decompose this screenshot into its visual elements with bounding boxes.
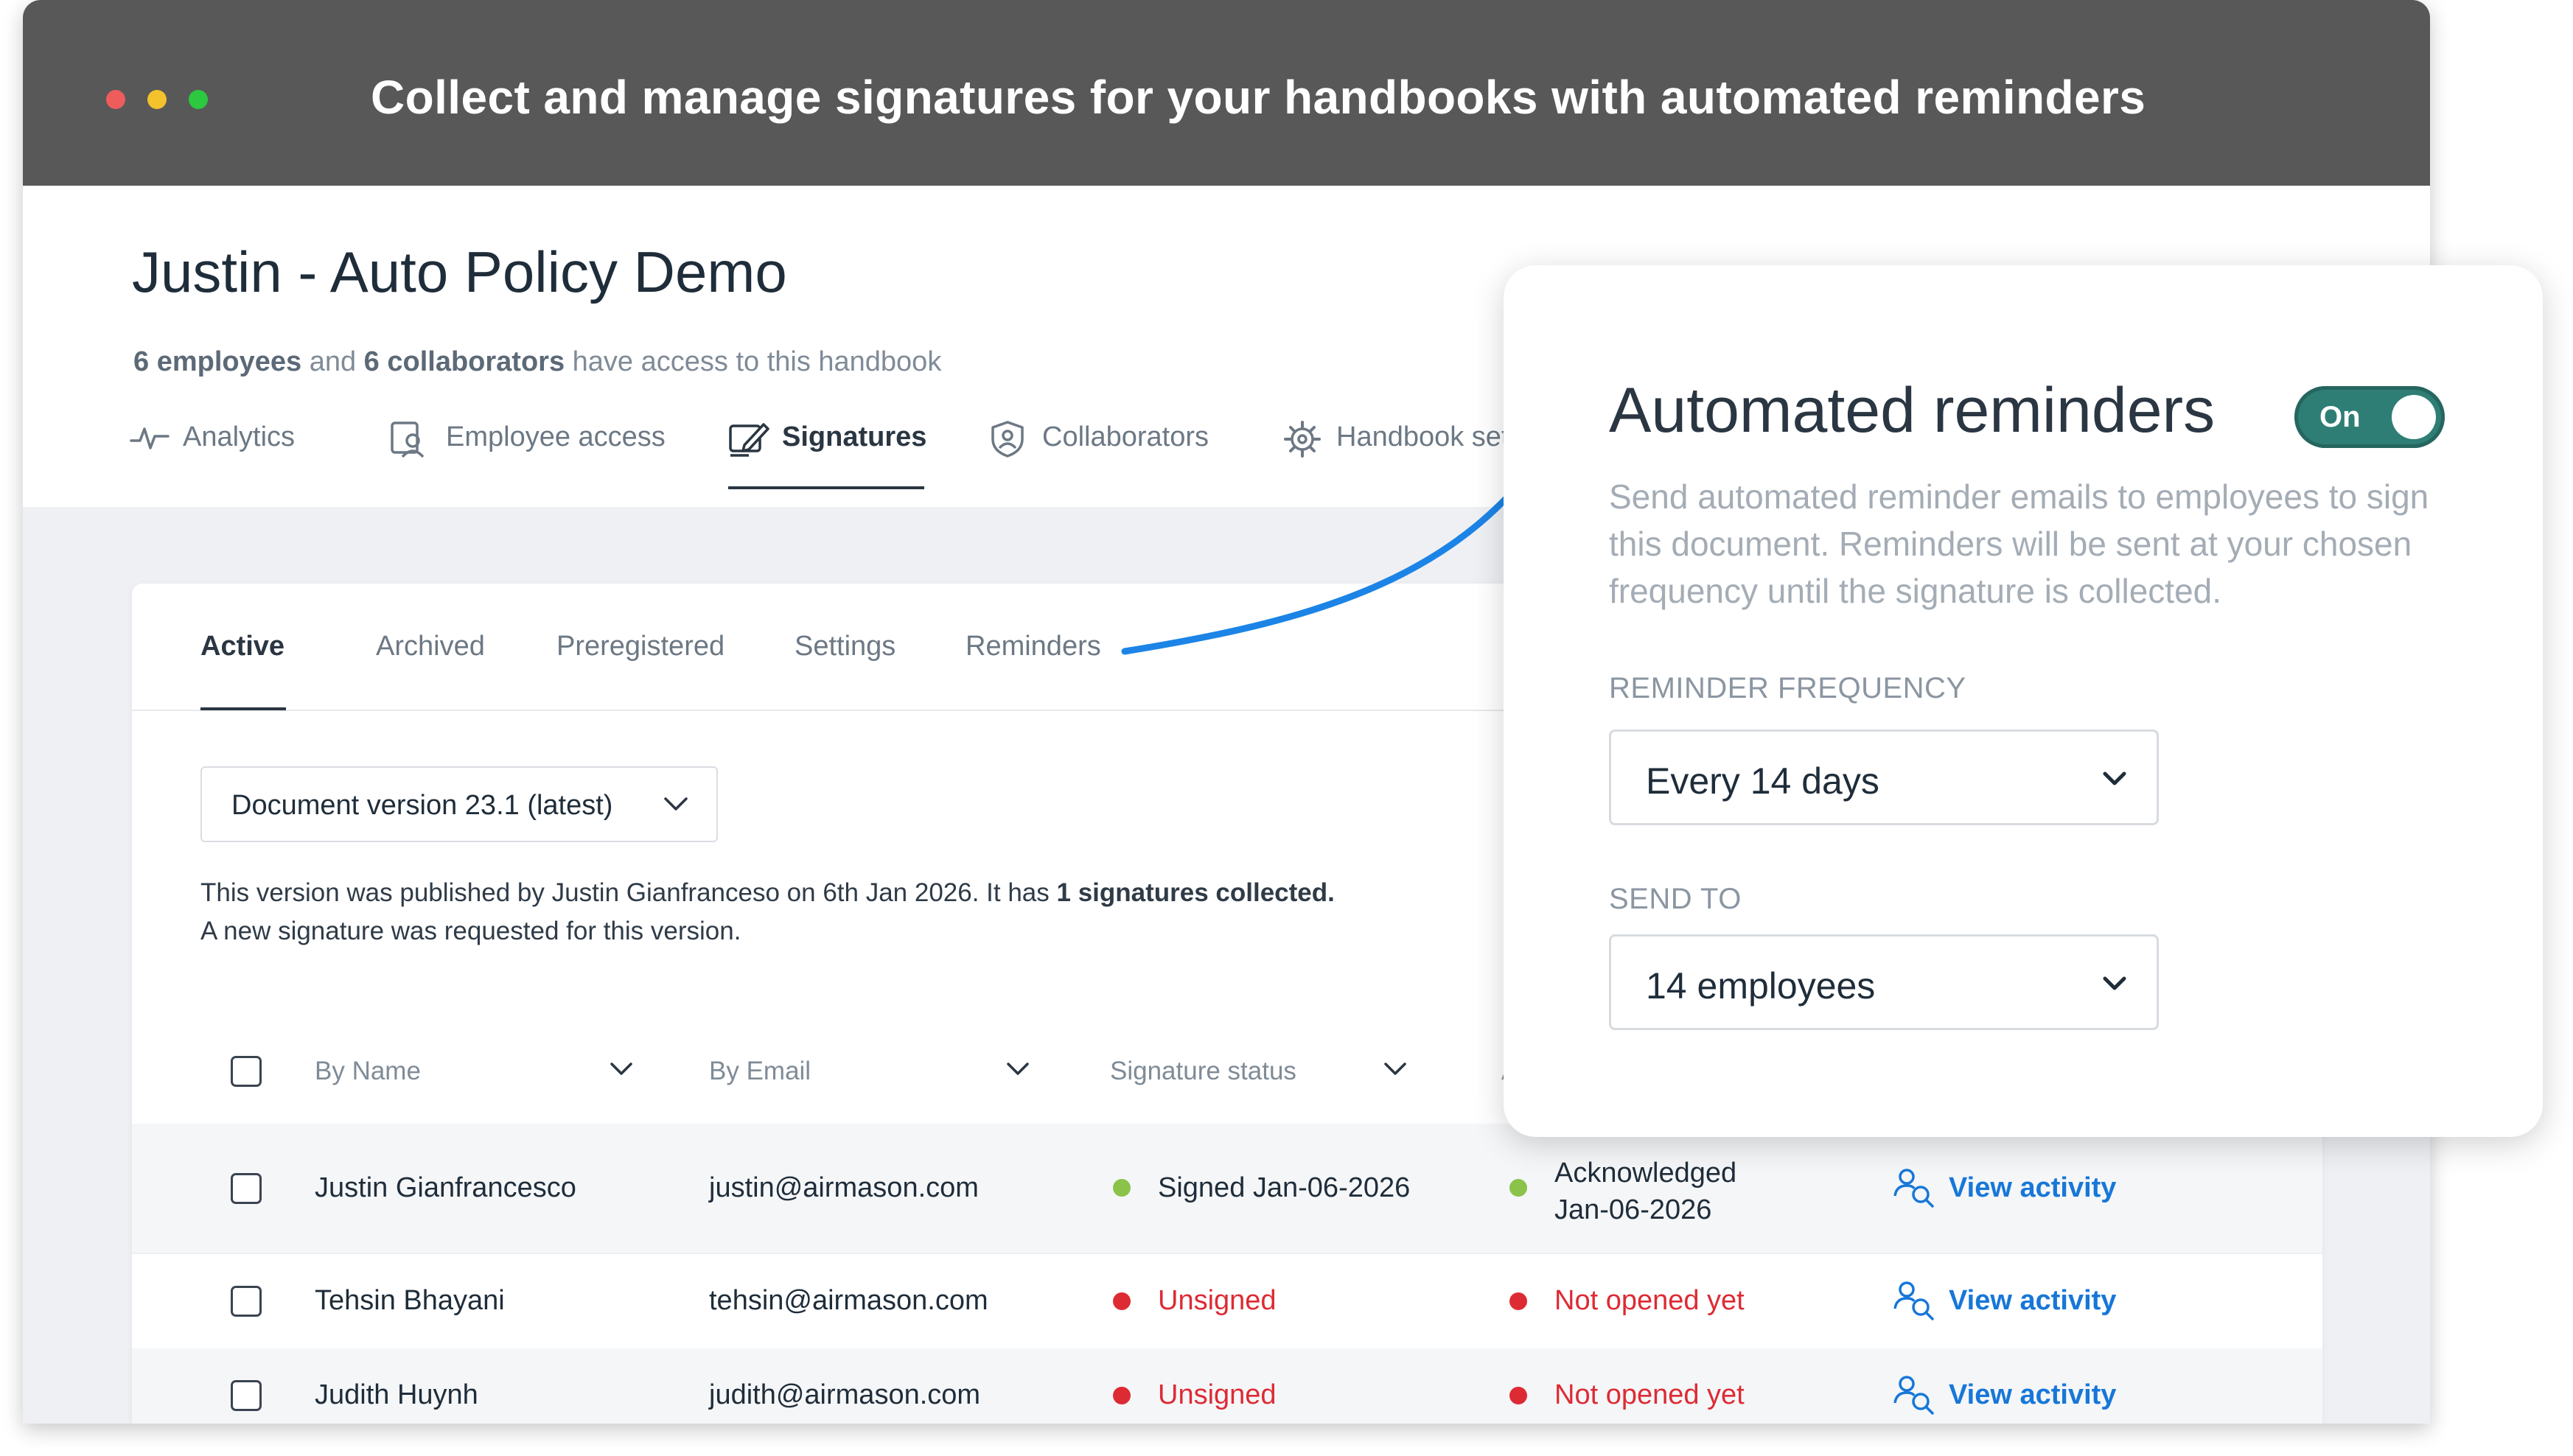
toggle-label: On [2319, 401, 2361, 433]
send-to-label: SEND TO [1609, 883, 1742, 915]
close-window-dot[interactable] [106, 90, 125, 109]
collaborators-icon [991, 421, 1024, 458]
acknowledgement-status: Not opened yet [1554, 1379, 1745, 1410]
table-row[interactable]: Justin Gianfrancesco justin@airmason.com… [132, 1124, 2322, 1253]
tab-signatures[interactable]: Signatures [728, 416, 927, 489]
collaborators-count[interactable]: 6 collaborators [364, 346, 565, 377]
tab-collaborators[interactable]: Collaborators [988, 416, 1232, 482]
send-to-value: 14 employees [1646, 965, 1876, 1007]
access-summary: 6 employees and 6 collaborators have acc… [133, 346, 941, 378]
tab-handbook-settings[interactable]: Handbook sett [1283, 416, 1526, 482]
column-by-name[interactable]: By Name [315, 1057, 421, 1086]
status-dot [1509, 1292, 1527, 1310]
row-checkbox[interactable] [231, 1286, 262, 1317]
row-checkbox[interactable] [231, 1380, 262, 1411]
version-info-text: This version was published by Justin Gia… [200, 878, 1050, 907]
access-and: and [309, 346, 357, 377]
tab-analytics[interactable]: Analytics [130, 416, 307, 482]
signature-status: Unsigned [1158, 1285, 1277, 1316]
status-dot [1113, 1179, 1131, 1197]
view-activity-link[interactable]: View activity [1949, 1379, 2116, 1411]
view-activity-icon[interactable] [1893, 1166, 1935, 1208]
tab-handbook-settings-label: Handbook sett [1336, 421, 1518, 452]
view-activity-icon[interactable] [1893, 1279, 1935, 1320]
acknowledgement-status: Acknowledged Jan-06-2026 [1554, 1155, 1736, 1228]
subtab-active[interactable]: Active [200, 631, 284, 662]
employees-count[interactable]: 6 employees [133, 346, 301, 377]
table-row[interactable]: Judith Huynh judith@airmason.com Unsigne… [132, 1348, 2322, 1424]
signature-status: Unsigned [1158, 1379, 1277, 1410]
reminder-frequency-value: Every 14 days [1646, 760, 1879, 802]
status-dot [1509, 1179, 1527, 1197]
version-info-note: A new signature was requested for this v… [200, 917, 741, 945]
employee-email: justin@airmason.com [709, 1172, 979, 1203]
tab-signatures-label: Signatures [782, 421, 927, 452]
signatures-collected: 1 signatures collected. [1056, 878, 1335, 907]
title-bar: Collect and manage signatures for your h… [23, 0, 2430, 186]
send-to-select[interactable]: 14 employees [1609, 934, 2159, 1030]
employee-email: judith@airmason.com [709, 1379, 981, 1410]
chevron-down-icon [664, 797, 688, 811]
ack-status-line2: Jan-06-2026 [1554, 1194, 1712, 1225]
view-activity-link[interactable]: View activity [1949, 1285, 2116, 1317]
employee-name: Justin Gianfrancesco [315, 1172, 576, 1203]
reminders-toggle[interactable]: On [2294, 386, 2445, 448]
chevron-down-icon[interactable] [610, 1062, 633, 1077]
chevron-down-icon[interactable] [1383, 1062, 1407, 1077]
subtab-settings[interactable]: Settings [795, 631, 896, 662]
column-signature-status[interactable]: Signature status [1110, 1057, 1296, 1086]
subtab-archived[interactable]: Archived [376, 631, 485, 662]
view-activity-icon[interactable] [1893, 1373, 1935, 1415]
status-dot [1113, 1292, 1131, 1310]
page-title: Justin - Auto Policy Demo [132, 239, 787, 304]
chevron-down-icon [2103, 976, 2126, 990]
access-suffix: have access to this handbook [572, 346, 942, 377]
select-all-checkbox[interactable] [231, 1056, 262, 1087]
status-dot [1113, 1387, 1131, 1404]
column-by-email[interactable]: By Email [709, 1057, 811, 1086]
acknowledgement-status: Not opened yet [1554, 1285, 1745, 1316]
analytics-icon [130, 427, 170, 449]
employee-name: Tehsin Bhayani [315, 1285, 505, 1316]
employee-name: Judith Huynh [315, 1379, 478, 1410]
minimize-window-dot[interactable] [147, 90, 167, 109]
reminders-panel-title: Automated reminders [1609, 375, 2216, 446]
automated-reminders-panel: Automated reminders On Send automated re… [1504, 265, 2543, 1137]
signature-icon [729, 423, 769, 457]
reminders-description: Send automated reminder emails to employ… [1609, 477, 2429, 610]
row-checkbox[interactable] [231, 1173, 262, 1204]
reminder-frequency-select[interactable]: Every 14 days [1609, 729, 2159, 825]
subtab-preregistered[interactable]: Preregistered [556, 631, 725, 662]
signature-status: Signed Jan-06-2026 [1158, 1172, 1411, 1203]
gear-icon [1284, 421, 1321, 458]
tab-collaborators-label: Collaborators [1042, 421, 1209, 452]
status-dot [1509, 1387, 1527, 1404]
chevron-down-icon[interactable] [1006, 1062, 1030, 1077]
toggle-knob [2392, 395, 2436, 439]
tab-employee-access[interactable]: Employee access [389, 416, 669, 482]
view-activity-link[interactable]: View activity [1949, 1172, 2116, 1204]
tab-analytics-label: Analytics [183, 421, 296, 452]
reminder-frequency-label: REMINDER FREQUENCY [1609, 672, 1966, 704]
employee-email: tehsin@airmason.com [709, 1285, 988, 1316]
active-tab-underline [200, 707, 286, 710]
version-info: This version was published by Justin Gia… [200, 874, 1335, 951]
maximize-window-dot[interactable] [189, 90, 208, 109]
subtab-reminders[interactable]: Reminders [966, 631, 1101, 662]
chevron-down-icon [2103, 771, 2126, 785]
table-row[interactable]: Tehsin Bhayani tehsin@airmason.com Unsig… [132, 1254, 2322, 1348]
tab-employee-access-label: Employee access [446, 421, 666, 452]
document-version-value: Document version 23.1 (latest) [231, 790, 613, 821]
document-version-select[interactable]: Document version 23.1 (latest) [200, 766, 718, 842]
banner-text: Collect and manage signatures for your h… [371, 71, 2146, 124]
employee-access-icon [391, 421, 425, 458]
ack-status-line1: Acknowledged [1554, 1158, 1737, 1189]
